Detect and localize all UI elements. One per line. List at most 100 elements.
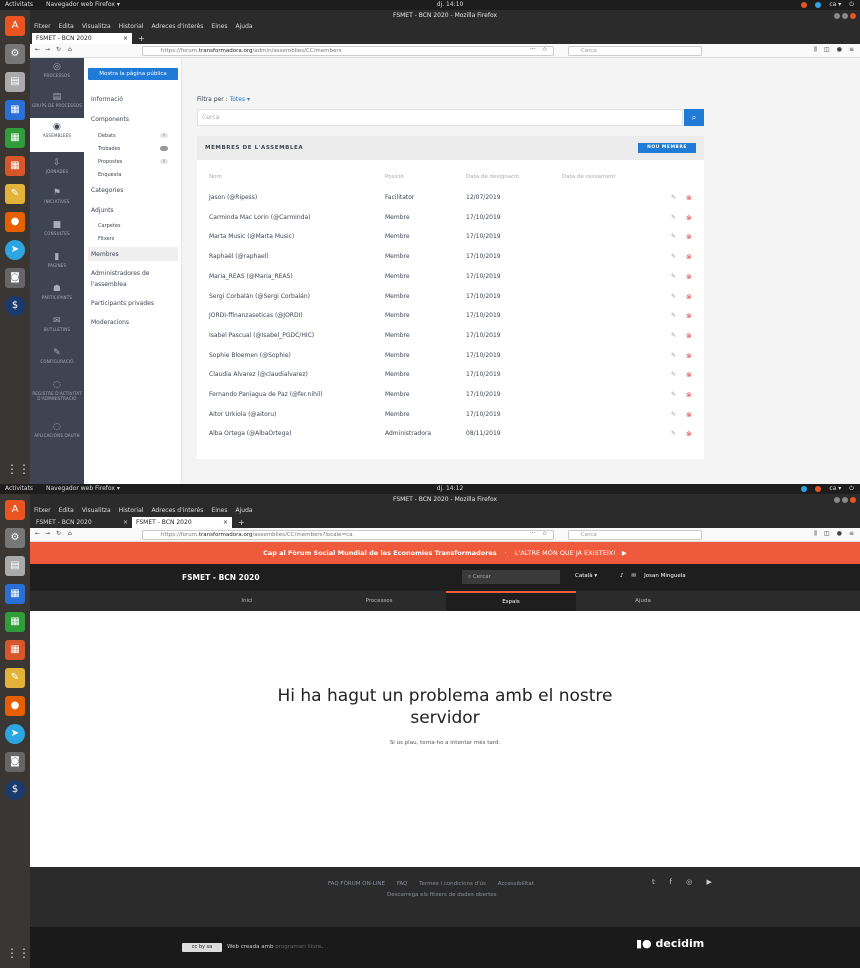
back-icon[interactable]: ←	[35, 46, 40, 53]
menu-view[interactable]: Visualitza	[82, 22, 111, 32]
impress-icon[interactable]: ▦	[5, 156, 25, 176]
delete-icon[interactable]: ⊗	[686, 214, 692, 222]
library-icon[interactable]: ⫼	[814, 530, 817, 538]
menu-view[interactable]: Visualitza	[82, 506, 111, 516]
submenu-fitxers[interactable]: Fitxers	[98, 236, 114, 242]
delete-icon[interactable]: ⊗	[686, 352, 692, 360]
submenu-enquesta[interactable]: Enquesta	[98, 172, 121, 178]
edit-icon[interactable]: ✎	[671, 253, 676, 260]
menu-edit[interactable]: Edita	[59, 22, 74, 32]
forward-icon[interactable]: →	[45, 530, 50, 537]
edit-icon[interactable]: ✎	[671, 273, 676, 280]
new-tab-button[interactable]: +	[138, 33, 145, 44]
maximize-icon[interactable]	[842, 497, 848, 503]
extension-icon[interactable]: ●	[837, 46, 842, 54]
menu-edit[interactable]: Edita	[59, 506, 74, 516]
new-member-button[interactable]: NOU MEMBRE	[638, 143, 696, 153]
menu-history[interactable]: Historial	[119, 506, 144, 516]
edit-icon[interactable]: ✎	[671, 411, 676, 418]
files-icon[interactable]: ▤	[5, 556, 25, 576]
admin-nav-consultes[interactable]: ■ CONSULTES	[30, 216, 84, 246]
submenu-propostes[interactable]: Propostes	[98, 159, 122, 165]
decidim-logo[interactable]: ▮● decidim	[636, 937, 704, 950]
tab-fsmet[interactable]: FSMET - BCN 2020 ×	[32, 33, 132, 44]
new-tab-button[interactable]: +	[238, 517, 245, 528]
delete-icon[interactable]: ⊗	[686, 233, 692, 241]
delete-icon[interactable]: ⊗	[686, 430, 692, 438]
home-icon[interactable]: ⌂	[68, 530, 72, 537]
writer-icon[interactable]: ▦	[5, 100, 25, 120]
menu-file[interactable]: Fitxer	[34, 22, 51, 32]
camera-icon[interactable]: ◙	[5, 752, 25, 772]
home-icon[interactable]: ⌂	[68, 46, 72, 53]
tab-close-icon[interactable]: ×	[123, 517, 128, 528]
minimize-icon[interactable]	[834, 497, 840, 503]
submenu-informacio[interactable]: Informació	[91, 96, 123, 103]
filter-dropdown[interactable]: Totes ▾	[230, 96, 250, 103]
telegram-dock-icon[interactable]: ➤	[5, 724, 25, 744]
library-icon[interactable]: ⫼	[814, 46, 817, 54]
submenu-adjunts[interactable]: Adjunts	[91, 207, 114, 214]
firefox-icon[interactable]: ●	[5, 212, 25, 232]
delete-icon[interactable]: ⊗	[686, 371, 692, 379]
clock[interactable]: dj. 14:12	[420, 484, 480, 494]
impress-icon[interactable]: ▦	[5, 640, 25, 660]
reload-icon[interactable]: ↻	[56, 530, 61, 537]
settings-icon[interactable]: ⚙	[5, 528, 25, 548]
admin-nav-configuracio[interactable]: ✎ CONFIGURACIÓ	[30, 344, 84, 374]
delete-icon[interactable]: ⊗	[686, 391, 692, 399]
admin-nav-jornades[interactable]: ⇩ JORNADES	[30, 154, 84, 184]
admin-nav-registre[interactable]: ◌ REGISTRE D'ACTIVITAT D'ADMINISTRACIÓ	[30, 376, 84, 416]
admin-nav-butlletins[interactable]: ✉ BUTLLETINS	[30, 312, 84, 342]
submenu-debats[interactable]: Debats	[98, 133, 116, 139]
cc-license-badge[interactable]: cc by sa	[182, 943, 222, 952]
software-center-icon[interactable]: A	[5, 500, 25, 520]
browser-search-input[interactable]: Cerca	[568, 46, 702, 56]
admin-nav-participants[interactable]: ☗ PARTICIPANTS	[30, 280, 84, 310]
software-center-icon[interactable]: A	[5, 16, 25, 36]
system-tray[interactable]: ca ▾ ⏻	[801, 0, 854, 10]
menu-help[interactable]: Ajuda	[236, 506, 253, 516]
page-actions-icon[interactable]: ···	[530, 46, 536, 53]
menu-tools[interactable]: Eines	[211, 22, 227, 32]
nav-ajuda[interactable]: Ajuda	[578, 591, 708, 611]
edit-icon[interactable]: ✎	[671, 312, 676, 319]
submenu-categories[interactable]: Categories	[91, 187, 123, 194]
tab-fsmet-2[interactable]: FSMET - BCN 2020 ×	[132, 517, 232, 528]
submenu-participants-privades[interactable]: Participants privades	[91, 300, 154, 307]
sidebar-icon[interactable]: ◫	[824, 46, 830, 54]
admin-nav-grups[interactable]: ▤ GRUPS DE PROCESSOS	[30, 88, 84, 118]
edit-icon[interactable]: ✎	[671, 293, 676, 300]
reload-icon[interactable]: ↻	[56, 46, 61, 53]
calc-icon[interactable]: ▦	[5, 612, 25, 632]
mail-icon[interactable]: ✉	[632, 573, 637, 579]
delete-icon[interactable]: ⊗	[686, 194, 692, 202]
menu-help[interactable]: Ajuda	[236, 22, 253, 32]
app-icon[interactable]: $	[5, 296, 25, 316]
edit-icon[interactable]: ✎	[671, 214, 676, 221]
show-apps-icon[interactable]: ⋮⋮	[6, 946, 30, 960]
extension-icon[interactable]: ●	[837, 530, 842, 538]
files-icon[interactable]: ▤	[5, 72, 25, 92]
edit-icon[interactable]: ✎	[671, 430, 676, 437]
nav-espais[interactable]: Espais	[446, 591, 576, 611]
submenu-trobades[interactable]: Trobades	[98, 146, 120, 152]
edit-icon[interactable]: ✎	[671, 352, 676, 359]
menu-history[interactable]: Historial	[119, 22, 144, 32]
settings-icon[interactable]: ⚙	[5, 44, 25, 64]
footer-open-data-link[interactable]: Descarrega els fitxers de dades obertes	[387, 892, 497, 898]
edit-icon[interactable]: ✎	[671, 371, 676, 378]
delete-icon[interactable]: ⊗	[686, 332, 692, 340]
site-search-input[interactable]: ⌕ Cercar	[462, 570, 560, 584]
window-buttons[interactable]	[834, 13, 856, 19]
menu-icon[interactable]: ≡	[849, 46, 854, 54]
activities-button[interactable]: Activitats	[5, 0, 33, 10]
sidebar-icon[interactable]: ◫	[824, 530, 830, 538]
close-window-icon[interactable]	[850, 497, 856, 503]
show-public-page-button[interactable]: Mostra la pàgina pública	[88, 68, 178, 80]
close-window-icon[interactable]	[850, 13, 856, 19]
clock[interactable]: dj. 14:10	[420, 0, 480, 10]
maximize-icon[interactable]	[842, 13, 848, 19]
edit-icon[interactable]: ✎	[671, 233, 676, 240]
submenu-administradors[interactable]: Administradores de	[91, 270, 149, 277]
